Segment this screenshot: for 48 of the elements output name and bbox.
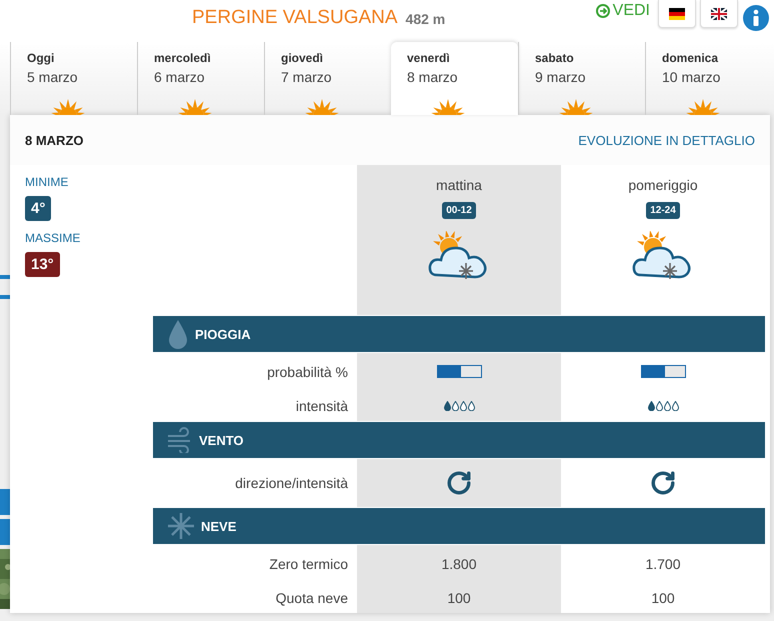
uk-flag-button[interactable]: [700, 0, 738, 28]
row-label: intensità: [294, 396, 349, 416]
value-text: 100: [447, 590, 471, 606]
arrow-circle-icon: [596, 4, 610, 18]
page-banner: [0, 519, 10, 545]
period-hours: 12-24: [646, 202, 680, 219]
raindrop-icon: [167, 319, 189, 349]
detail-date: 8 MARZO: [25, 132, 84, 148]
snowflake-icon: [167, 512, 195, 540]
period-name: mattina: [436, 177, 482, 193]
row-label: Quota neve: [274, 588, 349, 608]
period-hours: 00-12: [442, 202, 476, 219]
probability-bar: [436, 365, 482, 378]
page-banner: [0, 295, 10, 299]
sun-icon: [178, 99, 212, 115]
period-name: pomeriggio: [628, 177, 698, 193]
altitude-text: 482 m: [406, 11, 446, 27]
min-temperature: 4°: [25, 196, 52, 221]
min-label: MINIME: [25, 175, 68, 189]
section-title: PIOGGIA: [195, 326, 251, 342]
german-flag-icon: [669, 8, 685, 20]
sun-icon: [686, 99, 720, 115]
page-banner: [0, 275, 10, 279]
row-label: Zero termico: [268, 554, 349, 574]
max-temperature: 13°: [25, 252, 60, 277]
page-banner: [0, 489, 10, 515]
sun-icon: [51, 99, 85, 115]
day-tab[interactable]: venerdì 8 marzo: [391, 42, 518, 115]
section-title: NEVE: [201, 518, 236, 534]
variable-wind-icon: [650, 470, 676, 496]
wind-icon: [167, 427, 193, 453]
sun-icon: [305, 99, 339, 115]
row-label: probabilità %: [266, 362, 349, 382]
row-label: direzione/intensità: [234, 474, 349, 493]
sun-icon: [431, 99, 465, 115]
detail-link[interactable]: EVOLUZIONE IN DETTAGLIO: [578, 132, 755, 148]
variable-wind-icon: [446, 470, 472, 496]
section-title: VENTO: [199, 432, 244, 448]
info-icon[interactable]: [742, 4, 770, 32]
probability-bar: [640, 365, 686, 378]
value-text: 1.700: [645, 556, 681, 572]
uk-flag-icon: [711, 8, 727, 20]
location-title: PERGINE VALSUGANA: [192, 7, 398, 29]
value-text: 100: [651, 590, 675, 606]
value-text: 1.800: [441, 556, 477, 572]
german-flag-button[interactable]: [658, 0, 696, 28]
sun-icon: [559, 99, 593, 115]
max-label: MASSIME: [25, 231, 80, 245]
